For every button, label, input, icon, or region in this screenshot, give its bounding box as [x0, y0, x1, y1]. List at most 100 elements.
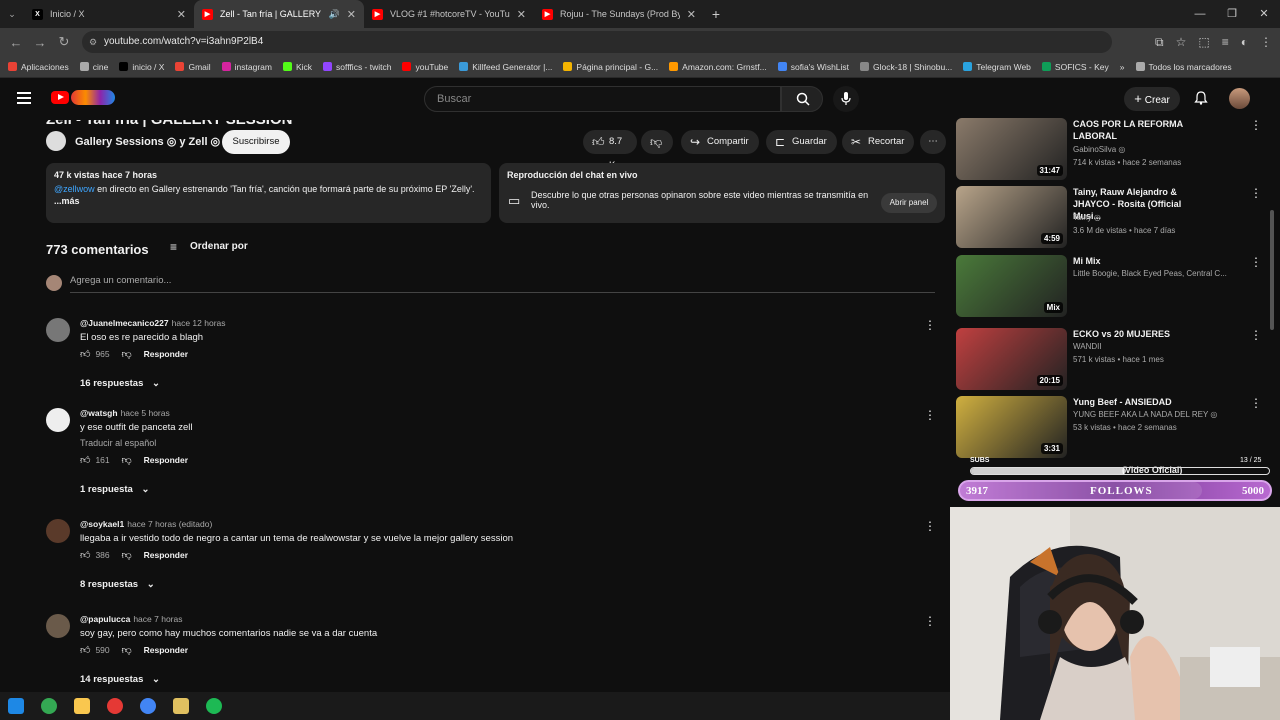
- bookmark-item[interactable]: Kick: [282, 62, 312, 72]
- close-window-icon[interactable]: ✕: [1248, 0, 1280, 28]
- voice-search-button[interactable]: [833, 86, 859, 112]
- comment-author[interactable]: @watsgh: [80, 408, 118, 418]
- recommended-title[interactable]: CAOS POR LA REFORMA LABORAL: [1073, 118, 1211, 142]
- reply-button[interactable]: Responder: [144, 349, 188, 359]
- bookmark-item[interactable]: Página principal - G...: [563, 62, 658, 72]
- view-replies-button[interactable]: 1 respuesta ⌄: [80, 484, 149, 495]
- recommended-channel[interactable]: GabinoSilva ◎: [1073, 145, 1253, 154]
- chrome-active-icon[interactable]: [140, 698, 156, 714]
- tab-rojuu[interactable]: ▶ Rojuu - The Sundays (Prod By. ✕: [534, 0, 704, 28]
- dislike-comment-icon[interactable]: 👎︎: [121, 549, 131, 561]
- recommended-video[interactable]: 3:31 Yung Beef - ANSIEDAD YUNG BEEF AKA LA…: [956, 396, 1274, 458]
- comment-menu-icon[interactable]: ⋮: [924, 318, 936, 332]
- audio-icon[interactable]: 🔊: [329, 9, 340, 20]
- video-thumbnail[interactable]: 31:47: [956, 118, 1067, 180]
- youtube-logo-icon[interactable]: [51, 91, 69, 104]
- tab-inicio-x[interactable]: X Inicio / X ✕: [24, 0, 194, 28]
- like-comment-icon[interactable]: 👍︎: [80, 549, 90, 561]
- recommended-video[interactable]: 31:47 CAOS POR LA REFORMA LABORAL GabinoSi…: [956, 118, 1274, 180]
- search-button[interactable]: [781, 86, 823, 112]
- recommended-title[interactable]: ECKO vs 20 MUJERES: [1073, 328, 1211, 340]
- comment-author[interactable]: @Juanelmecanico227: [80, 318, 169, 328]
- save-button[interactable]: ⊏ Guardar: [766, 130, 837, 154]
- scrollbar-thumb[interactable]: [1270, 210, 1274, 330]
- add-comment-input[interactable]: Agrega un comentario...: [70, 275, 935, 293]
- video-thumbnail[interactable]: 20:15: [956, 328, 1067, 390]
- cast-icon[interactable]: ⧉: [1155, 35, 1164, 50]
- bookmark-item[interactable]: SOFICS - Key: [1041, 62, 1109, 72]
- show-more-link[interactable]: ...más: [54, 196, 80, 206]
- video-thumbnail[interactable]: Mix: [956, 255, 1067, 317]
- view-replies-button[interactable]: 16 respuestas ⌄: [80, 378, 160, 389]
- comment-time[interactable]: hace 5 horas: [121, 408, 170, 418]
- reply-button[interactable]: Responder: [144, 645, 188, 655]
- bookmark-item[interactable]: sofia's WishList: [777, 62, 849, 72]
- youtube-doodle[interactable]: [71, 90, 115, 105]
- profile-icon[interactable]: ◐: [1241, 35, 1248, 49]
- video-thumbnail[interactable]: 4:59: [956, 186, 1067, 248]
- hamburger-menu-icon[interactable]: [17, 92, 31, 104]
- url-input[interactable]: ⚙ youtube.com/watch?v=i3ahn9P2lB4: [82, 31, 1112, 53]
- channel-avatar[interactable]: [46, 131, 66, 151]
- open-panel-button[interactable]: Abrir panel: [881, 193, 937, 213]
- bookmark-item[interactable]: Telegram Web: [963, 62, 1031, 72]
- like-comment-icon[interactable]: 👍︎: [80, 348, 90, 360]
- spotify-icon[interactable]: [206, 698, 222, 714]
- commenter-avatar[interactable]: [46, 519, 70, 543]
- tab-zell-gallery[interactable]: ▶ Zell - Tan fría | GALLERY SE 🔊 ✕: [194, 0, 364, 28]
- more-actions-button[interactable]: ⋯: [920, 130, 946, 154]
- extensions-icon[interactable]: ⬚: [1198, 35, 1209, 49]
- comment-menu-icon[interactable]: ⋮: [924, 408, 936, 422]
- comment-author[interactable]: @papulucca: [80, 614, 130, 624]
- recommended-channel[interactable]: YUNG BEEF AKA LA NADA DEL REY ◎: [1073, 410, 1253, 419]
- view-replies-button[interactable]: 8 respuestas ⌄: [80, 579, 155, 590]
- subscribe-button[interactable]: Suscribirse: [222, 130, 290, 154]
- recommended-title[interactable]: Yung Beef - ANSIEDAD: [1073, 396, 1211, 408]
- all-bookmarks-folder[interactable]: Todos los marcadores: [1135, 62, 1232, 72]
- file-explorer-icon[interactable]: [74, 698, 90, 714]
- chrome-icon[interactable]: [41, 698, 57, 714]
- bookmark-item[interactable]: Killfeed Generator |...: [459, 62, 552, 72]
- comment-time[interactable]: hace 7 horas (editado): [127, 519, 212, 529]
- recommended-channel[interactable]: WANDII: [1073, 342, 1253, 351]
- recommended-video[interactable]: Mix Mi Mix Little Boogie, Black Eyed Peas,…: [956, 255, 1274, 317]
- reply-button[interactable]: Responder: [144, 455, 188, 465]
- notifications-bell-icon[interactable]: [1194, 91, 1208, 105]
- tab-vlog[interactable]: ▶ VLOG #1 #hotcoreTV - YouTub ✕: [364, 0, 534, 28]
- app2-icon[interactable]: [173, 698, 189, 714]
- forward-icon[interactable]: →: [28, 35, 52, 50]
- like-comment-icon[interactable]: 👍︎: [80, 644, 90, 656]
- recommended-video[interactable]: 4:59 Tainy, Rauw Alejandro & JHAYCO - Ros…: [956, 186, 1274, 248]
- bookmark-item[interactable]: Glock-18 | Shinobu...: [860, 62, 952, 72]
- site-info-icon[interactable]: ⚙: [89, 31, 97, 53]
- view-replies-button[interactable]: 14 respuestas ⌄: [80, 674, 160, 685]
- reply-button[interactable]: Responder: [144, 550, 188, 560]
- close-tab-icon[interactable]: ✕: [347, 8, 356, 21]
- commenter-avatar[interactable]: [46, 318, 70, 342]
- bookmark-item[interactable]: cine: [79, 62, 108, 72]
- recommended-video[interactable]: 20:15 ECKO vs 20 MUJERES WANDII 571 k vista…: [956, 328, 1274, 390]
- search-input[interactable]: Buscar: [424, 86, 781, 112]
- app-icon[interactable]: [107, 698, 123, 714]
- clip-button[interactable]: ✂ Recortar: [842, 130, 915, 154]
- bookmark-item[interactable]: inicio / X: [119, 62, 164, 72]
- share-button[interactable]: ↪ Compartir: [681, 130, 759, 154]
- commenter-avatar[interactable]: [46, 614, 70, 638]
- restore-icon[interactable]: ❐: [1216, 0, 1248, 28]
- like-button[interactable]: 👍︎8.7 K: [583, 130, 637, 171]
- dislike-comment-icon[interactable]: 👎︎: [121, 644, 131, 656]
- bookmark-item[interactable]: youTube: [402, 62, 448, 72]
- bookmark-star-icon[interactable]: ☆: [1176, 35, 1187, 49]
- tab-search-icon[interactable]: ⌄: [0, 9, 24, 20]
- commenter-avatar[interactable]: [46, 408, 70, 432]
- bookmark-item[interactable]: instagram: [221, 62, 272, 72]
- more-icon[interactable]: ⋮: [1260, 35, 1272, 49]
- bookmark-item[interactable]: Gmail: [175, 62, 211, 72]
- comment-time[interactable]: hace 12 horas: [172, 318, 226, 328]
- channel-name[interactable]: Gallery Sessions ◎ y Zell ◎: [75, 135, 220, 148]
- bookmark-item[interactable]: sofffics - twitch: [323, 62, 391, 72]
- video-thumbnail[interactable]: 3:31: [956, 396, 1067, 458]
- video-menu-icon[interactable]: ⋮: [1250, 328, 1262, 342]
- close-tab-icon[interactable]: ✕: [687, 8, 696, 21]
- video-menu-icon[interactable]: ⋮: [1250, 396, 1262, 410]
